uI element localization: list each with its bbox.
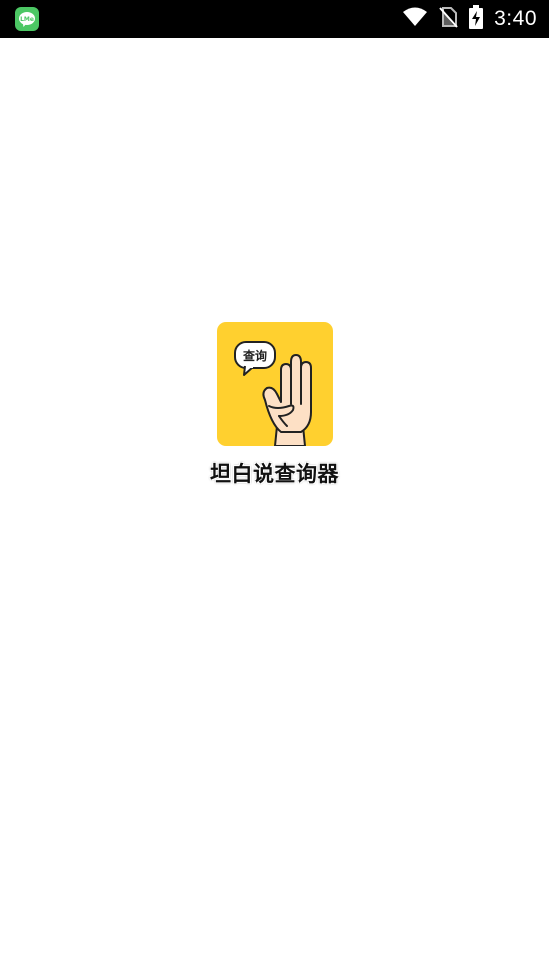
- bubble-text: 查询: [242, 348, 267, 363]
- splash-screen: 查询 坦白说查询器: [0, 38, 549, 976]
- svg-text:LMe: LMe: [20, 16, 34, 23]
- wifi-icon: [402, 6, 428, 32]
- status-bar: LMe 3:40: [0, 0, 549, 38]
- app-logo: 查询: [217, 322, 333, 446]
- line-me-icon: LMe: [14, 6, 40, 32]
- status-icons: 3:40: [402, 0, 537, 38]
- battery-charging-icon: [468, 5, 484, 33]
- app-title: 坦白说查询器: [210, 462, 339, 486]
- status-time: 3:40: [494, 7, 537, 30]
- speech-bubble-icon: 查询: [234, 341, 276, 376]
- no-sim-icon: [438, 6, 458, 32]
- hand-icon: [262, 354, 312, 446]
